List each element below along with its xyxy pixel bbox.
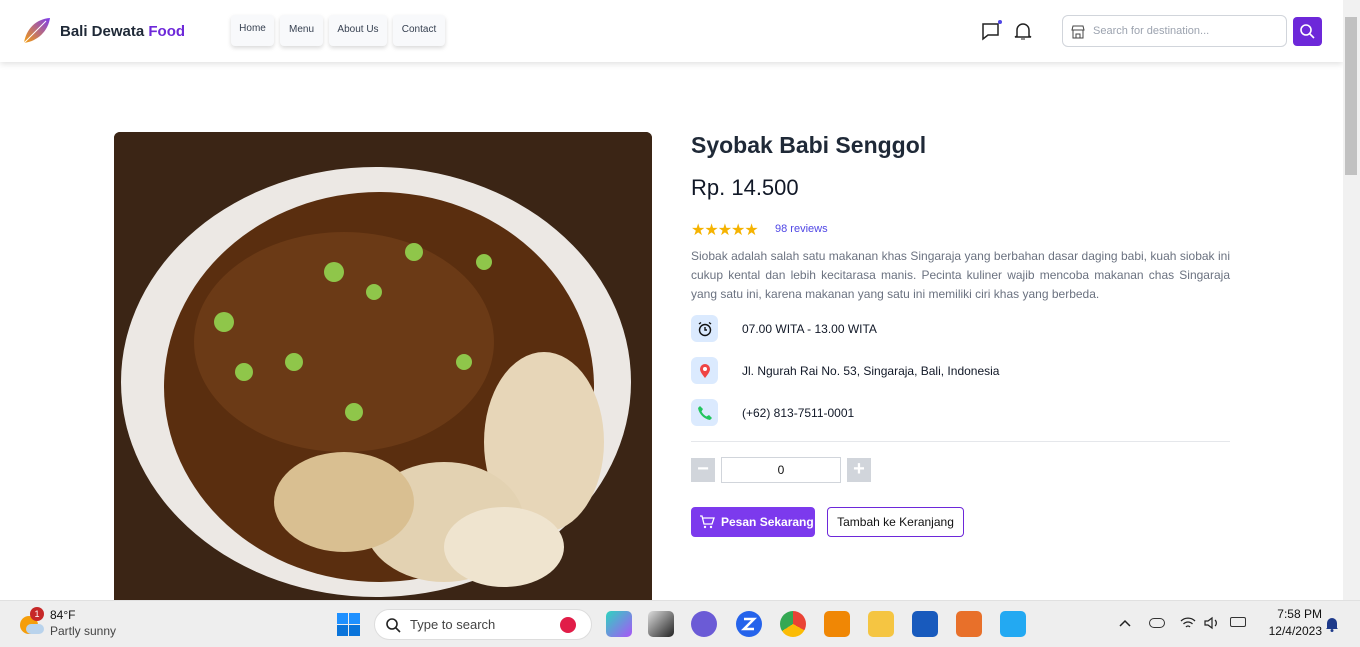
page: Bali Dewata Food Home Menu About Us Cont… — [0, 0, 1343, 600]
chevron-up-icon[interactable] — [1118, 616, 1132, 630]
wifi-icon[interactable] — [1180, 616, 1196, 630]
hours-text: 07.00 WITA - 13.00 WITA — [742, 322, 877, 336]
drawio-icon[interactable] — [824, 611, 850, 637]
product-title: Syobak Babi Senggol — [691, 132, 927, 158]
zoom-icon[interactable] — [736, 611, 762, 637]
nav-contact[interactable]: Contact — [393, 15, 445, 46]
decrease-quantity-button[interactable]: − — [691, 458, 715, 482]
address: Jl. Ngurah Rai No. 53, Singaraja, Bali, … — [691, 357, 1191, 385]
nav-about-us[interactable]: About Us — [329, 15, 387, 46]
divider — [691, 441, 1230, 442]
clock-date[interactable]: 12/4/2023 — [1256, 624, 1322, 638]
rating-stars: ★★★★★ — [691, 222, 759, 239]
alarm-clock-icon — [691, 315, 718, 342]
reviews-link[interactable]: 98 reviews — [775, 223, 828, 235]
leaf-logo-icon — [23, 18, 50, 44]
notification-bell-icon[interactable] — [1325, 616, 1339, 632]
search-icon — [386, 618, 401, 633]
nav-home[interactable]: Home — [231, 15, 274, 46]
opening-hours: 07.00 WITA - 13.00 WITA — [691, 315, 1191, 343]
volume-icon[interactable] — [1204, 616, 1220, 630]
location-pin-icon — [691, 357, 718, 384]
search-highlight-icon — [560, 617, 576, 633]
phone-text: (+62) 813-7511-0001 — [742, 406, 855, 420]
brand-name[interactable]: Bali Dewata Food — [60, 23, 185, 40]
weather-temp: 84°F — [50, 608, 76, 622]
taskbar-search[interactable]: Type to search — [374, 609, 592, 640]
bell-icon[interactable] — [1012, 20, 1034, 42]
taskbar-search-placeholder: Type to search — [410, 617, 496, 632]
order-now-button[interactable]: Pesan Sekarang — [691, 507, 815, 537]
battery-icon[interactable] — [1230, 617, 1246, 627]
product-price: Rp. 14.500 — [691, 175, 799, 200]
weather-icon[interactable]: 1 — [18, 607, 44, 636]
windows-start-icon[interactable] — [337, 613, 360, 636]
xampp-icon[interactable] — [956, 611, 982, 637]
chat-icon[interactable] — [980, 20, 1002, 42]
file-explorer-icon[interactable] — [868, 611, 894, 637]
store-icon — [1071, 25, 1085, 39]
weather-desc: Partly sunny — [50, 624, 117, 638]
word-icon[interactable] — [912, 611, 938, 637]
search-placeholder: Search for destination... — [1093, 25, 1210, 37]
scrollbar-thumb[interactable] — [1345, 17, 1357, 175]
navbar: Bali Dewata Food Home Menu About Us Cont… — [0, 0, 1343, 62]
search-button[interactable] — [1293, 17, 1322, 46]
search-input[interactable]: Search for destination... — [1062, 15, 1287, 47]
vscode-icon[interactable] — [1000, 611, 1026, 637]
search-icon — [1300, 24, 1315, 39]
chrome-icon[interactable] — [780, 611, 806, 637]
teams-meet-icon[interactable] — [691, 611, 717, 637]
clock-time[interactable]: 7:58 PM — [1262, 607, 1322, 621]
increase-quantity-button[interactable]: + — [847, 458, 871, 482]
task-view-icon[interactable] — [648, 611, 674, 637]
weather-badge: 1 — [30, 607, 44, 621]
nav-menu[interactable]: Menu — [280, 15, 323, 46]
address-text: Jl. Ngurah Rai No. 53, Singaraja, Bali, … — [742, 364, 1000, 378]
quantity-input[interactable]: 0 — [721, 457, 841, 483]
product-description: Siobak adalah salah satu makanan khas Si… — [691, 249, 1230, 301]
add-to-cart-button[interactable]: Tambah ke Keranjang — [827, 507, 964, 537]
onedrive-icon[interactable] — [1149, 618, 1165, 628]
product-image — [114, 132, 652, 600]
phone-icon — [691, 399, 718, 426]
scrollbar[interactable] — [1343, 0, 1360, 600]
copilot-icon[interactable] — [606, 611, 632, 637]
taskbar: 1 84°F Partly sunny Type to search 7:58 … — [0, 600, 1360, 647]
phone: (+62) 813-7511-0001 — [691, 399, 1191, 427]
cart-icon — [700, 515, 715, 529]
